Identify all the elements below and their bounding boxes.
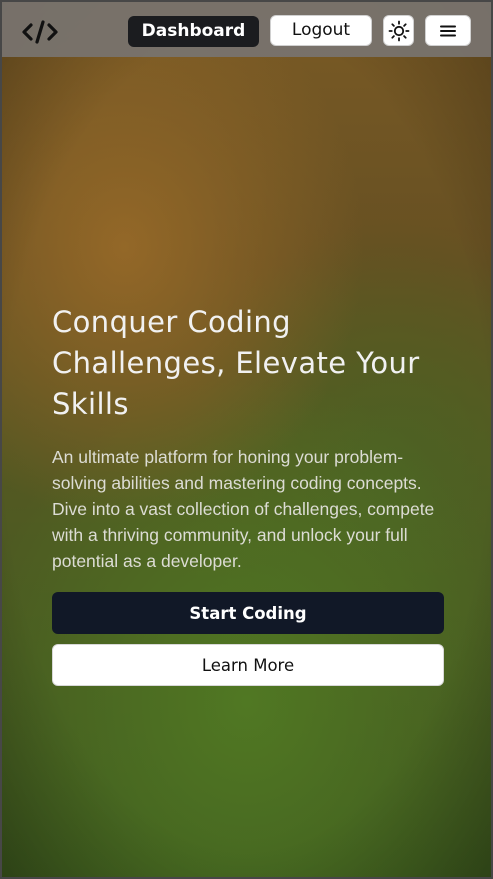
theme-toggle-button[interactable] [383,15,414,46]
sun-icon [384,20,413,42]
logout-button[interactable]: Logout [270,15,372,46]
hero-title: Conquer Coding Challenges, Elevate Your … [52,305,420,421]
hero-description: An ultimate platform for honing your pro… [52,447,435,571]
learn-more-button[interactable]: Learn More [52,644,444,686]
code-brackets-icon[interactable] [22,18,58,46]
hamburger-menu-icon [426,23,470,39]
top-navbar: Dashboard Logout [2,2,491,57]
menu-button[interactable] [425,15,471,46]
hero-content: Conquer Coding Challenges, Elevate Your … [52,302,444,574]
app-frame: Dashboard Logout Conquer Coding Challeng… [0,0,493,879]
start-coding-button[interactable]: Start Coding [52,592,444,634]
dashboard-button[interactable]: Dashboard [128,16,259,47]
